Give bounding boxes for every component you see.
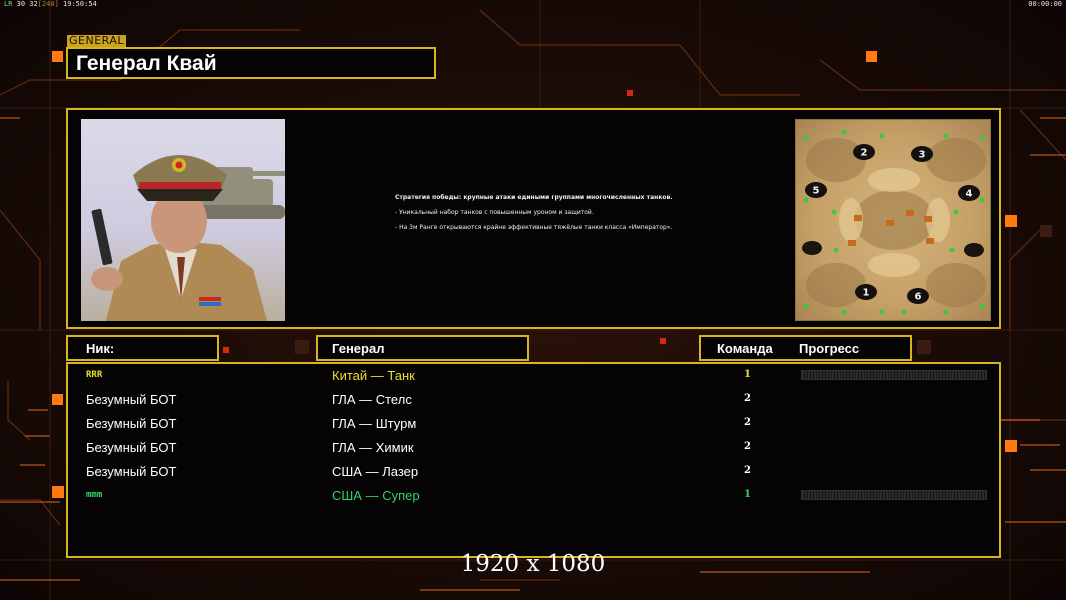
start-position-label: 1 (863, 288, 870, 299)
player-nick: Безумный БОТ (86, 392, 177, 407)
player-nick: RRR (86, 370, 103, 380)
players-list: RRR Китай — Танк 1 Безумный БОТ ГЛА — Ст… (66, 362, 1001, 558)
start-position-label: 3 (919, 150, 926, 161)
general-description: Стратегия победы: крупные атаки едиными … (395, 194, 705, 239)
player-general: Китай — Танк (332, 368, 415, 383)
player-progress-bar (801, 490, 987, 500)
player-row: Безумный БОТ ГЛА — Штурм 2 (68, 412, 999, 436)
header-general: Генерал (316, 335, 529, 361)
map-preview[interactable]: 1 2 3 4 5 6 (795, 119, 991, 321)
player-team: 1 (744, 489, 751, 500)
header-general-label: Генерал (332, 341, 385, 356)
general-portrait (81, 119, 285, 321)
general-tag: GENERAL (67, 34, 127, 47)
player-row: Безумный БОТ США — Лазер 2 (68, 460, 999, 484)
player-nick: Безумный БОТ (86, 416, 177, 431)
player-row: RRR Китай — Танк 1 (68, 364, 999, 388)
description-tanks: - Уникальный набор танков с повышенным у… (395, 209, 594, 216)
player-nick: mmm (86, 490, 103, 500)
game-timer: 00:00:00 (1028, 0, 1062, 8)
player-general: ГЛА — Стелс (332, 392, 412, 407)
clock: 19:50:54 (63, 0, 97, 8)
general-name: Генерал Квай (76, 52, 217, 75)
player-progress-bar (801, 370, 987, 380)
player-nick: Безумный БОТ (86, 440, 177, 455)
player-row: Безумный БОТ ГЛА — Стелс 2 (68, 388, 999, 412)
player-team: 2 (744, 417, 751, 428)
player-team: 2 (744, 393, 751, 404)
player-general: США — Лазер (332, 464, 419, 479)
fps-counter: LR 30 32[240] 19:50:54 (4, 0, 97, 9)
player-team: 1 (744, 369, 751, 380)
start-position-label: 5 (813, 186, 820, 197)
general-info-panel: Стратегия победы: крупные атаки едиными … (66, 108, 1001, 329)
start-position-label: 4 (966, 189, 973, 200)
description-strategy: Стратегия победы: крупные атаки едиными … (395, 194, 673, 201)
lr-indicator: LR (4, 0, 13, 8)
player-nick: Безумный БОТ (86, 464, 177, 479)
header-nick-label: Ник: (86, 341, 115, 356)
description-rank3: - На 3м Ранге открываются крайне эффекти… (395, 224, 673, 231)
player-team: 2 (744, 441, 751, 452)
player-general: ГЛА — Химик (332, 440, 414, 455)
player-row: mmm США — Супер 1 (68, 484, 999, 508)
start-position-label: 6 (915, 292, 922, 303)
header-nick: Ник: (66, 335, 219, 361)
resolution-label: 1920 x 1080 (460, 551, 606, 577)
header-team-progress: Команда Прогресс (699, 335, 912, 361)
start-position-label: 2 (861, 148, 868, 159)
fps-value: 30 32 (16, 0, 38, 8)
fps-limit: [240] (37, 0, 59, 8)
status-bar: LR 30 32[240] 19:50:54 00:00:00 (0, 0, 1066, 10)
player-general: США — Супер (332, 488, 420, 503)
header-team-label: Команда (717, 341, 773, 356)
player-general: ГЛА — Штурм (332, 416, 417, 431)
player-row: Безумный БОТ ГЛА — Химик 2 (68, 436, 999, 460)
general-name-box: Генерал Квай (66, 47, 436, 79)
header-progress-label: Прогресс (799, 341, 860, 356)
player-team: 2 (744, 465, 751, 476)
